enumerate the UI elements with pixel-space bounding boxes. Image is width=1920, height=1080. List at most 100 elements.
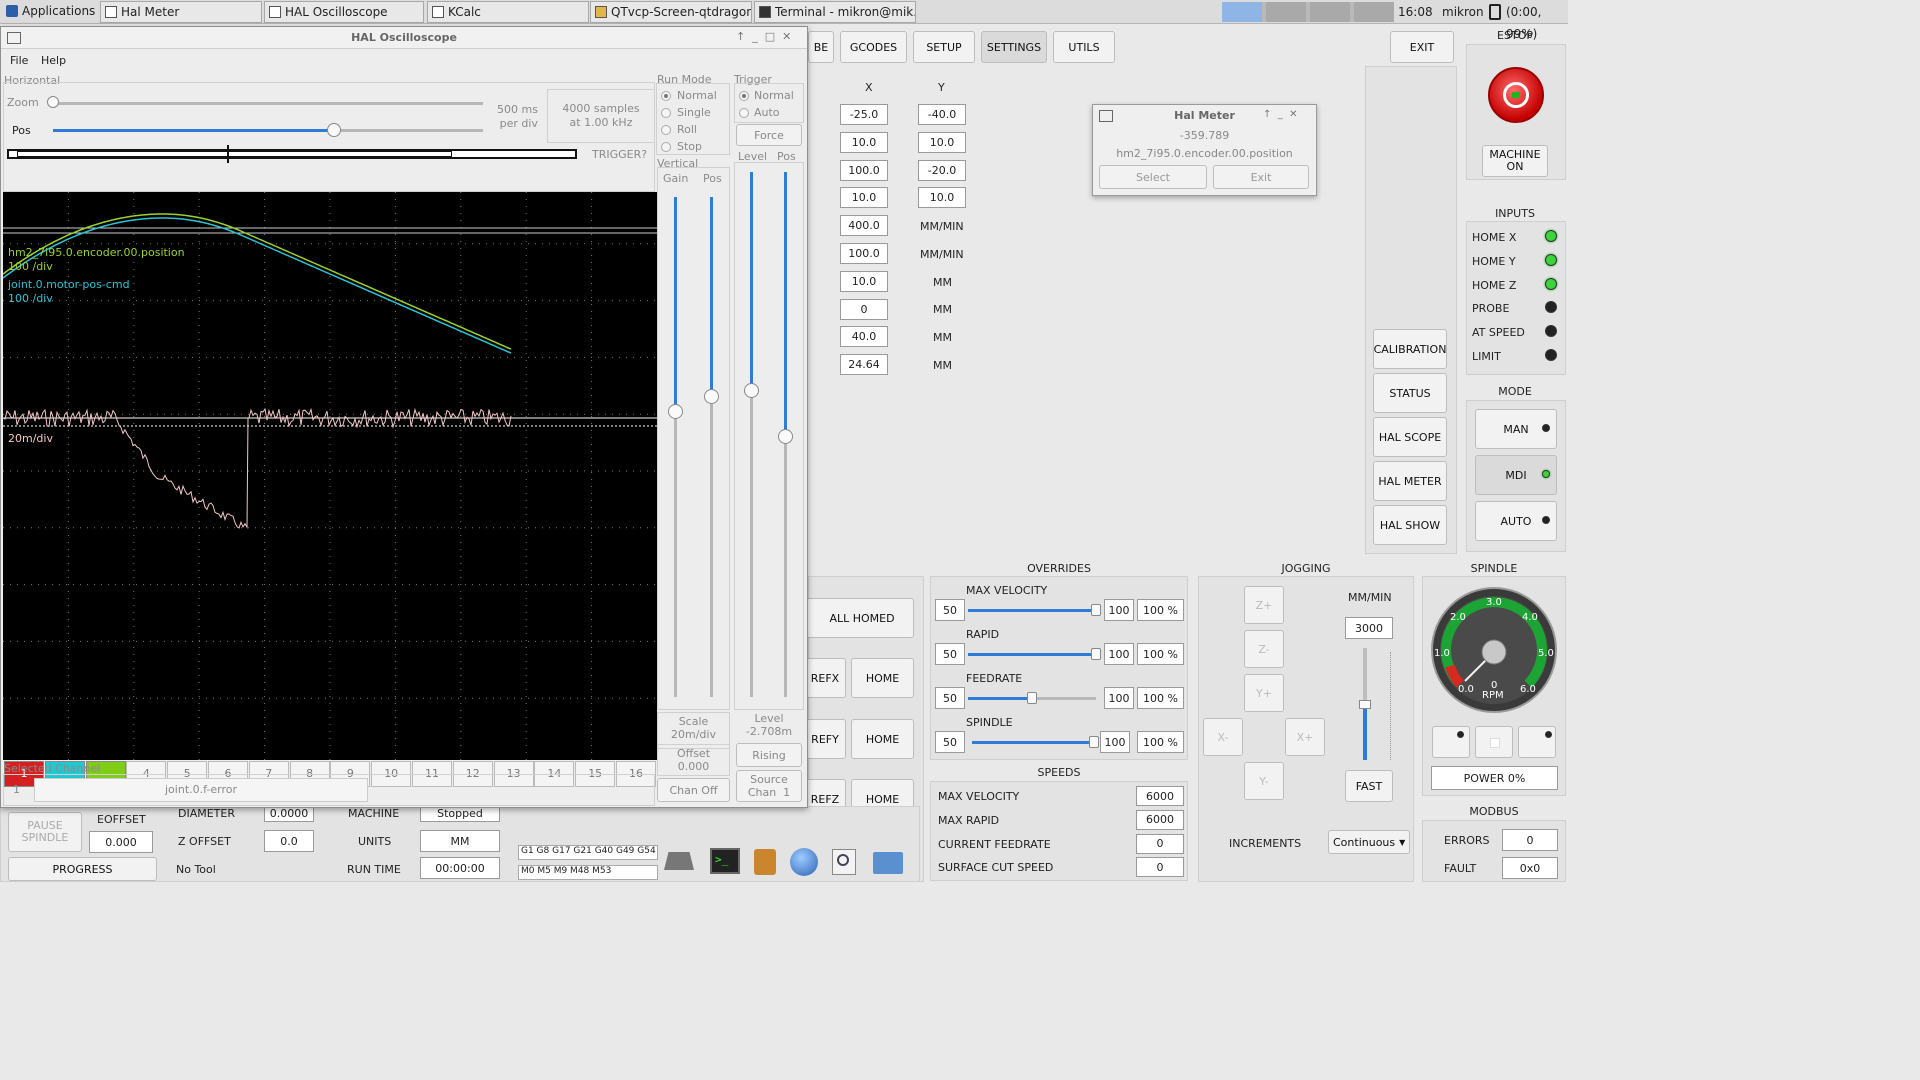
taskbar-window-qtvcp[interactable]: QTvcp-Screen-qtdragon... (590, 1, 752, 23)
gcodes-tab[interactable]: GCODES (840, 31, 907, 63)
taskbar-window-terminal[interactable]: Terminal - mikron@mik... (754, 1, 916, 23)
increments-select[interactable]: Continuous ▼ (1328, 830, 1410, 854)
mdi-mode-button[interactable]: MDI (1475, 455, 1557, 495)
selected-channel-pin[interactable]: joint.0.f-error (34, 778, 368, 802)
workspace-1[interactable] (1222, 2, 1262, 22)
browser-icon[interactable] (790, 848, 818, 876)
jog-x-minus-button[interactable]: X- (1203, 718, 1243, 756)
x-setting-field[interactable]: 0 (840, 298, 888, 320)
window-controls-icon[interactable]: ↑ _ ✕ (1263, 109, 1297, 120)
capture-window-bar[interactable] (7, 145, 577, 163)
override-slider-knob[interactable] (1091, 604, 1101, 616)
jog-z-minus-button[interactable]: Z- (1244, 630, 1284, 668)
x-setting-field[interactable]: 100.0 (840, 159, 888, 181)
gain-slider-knob[interactable] (668, 404, 683, 419)
pos-slider[interactable] (333, 129, 483, 132)
spindle-stop-button[interactable] (1475, 726, 1513, 758)
jog-z-plus-button[interactable]: Z+ (1244, 586, 1284, 624)
override-slider-knob[interactable] (1089, 736, 1099, 748)
file-menu[interactable]: File (10, 54, 28, 67)
trigger-pos-knob[interactable] (778, 429, 793, 444)
scope-titlebar[interactable]: HAL Oscilloscope (1, 27, 807, 49)
terminal-icon[interactable]: >_ (710, 848, 740, 874)
hal-scope-button[interactable]: HAL SCOPE (1373, 417, 1447, 457)
trigger-mode-radio[interactable] (739, 108, 749, 118)
clock[interactable]: 16:08 (1398, 1, 1433, 23)
hal-meter-select-button[interactable]: Select (1099, 165, 1207, 189)
trigger-level-slider[interactable] (750, 172, 753, 697)
gain-slider[interactable] (674, 197, 677, 697)
drive-icon[interactable] (664, 852, 694, 870)
status-button[interactable]: STATUS (1373, 373, 1447, 413)
auto-mode-button[interactable]: AUTO (1475, 501, 1557, 541)
user-name[interactable]: mikron (1442, 1, 1484, 23)
fast-button[interactable]: FAST (1345, 770, 1393, 802)
jog-rate-field[interactable]: 3000 (1345, 617, 1393, 639)
home-x-button[interactable]: HOME (851, 658, 914, 698)
window-controls-icon[interactable]: ↑_□✕ (736, 30, 798, 43)
trigger-source-button[interactable]: Source Chan 1 (736, 770, 802, 802)
hal-meter-exit-button[interactable]: Exit (1213, 165, 1309, 189)
jog-rate-slider-knob[interactable] (1359, 700, 1371, 709)
run-mode-radio[interactable] (661, 142, 671, 152)
x-setting-field[interactable]: -25.0 (840, 104, 888, 125)
settings-tab[interactable]: SETTINGS (981, 31, 1047, 63)
utils-tab[interactable]: UTILS (1053, 31, 1115, 63)
estop-button[interactable] (1488, 67, 1544, 123)
offset-box[interactable]: Offset 0.000 (657, 744, 730, 776)
zoom-slider-knob[interactable] (47, 96, 59, 108)
taskbar-window-hal-meter[interactable]: Hal Meter (100, 1, 262, 23)
jog-x-plus-button[interactable]: X+ (1285, 718, 1325, 756)
workspace-switcher[interactable] (1222, 2, 1394, 22)
run-mode-radio[interactable] (661, 108, 671, 118)
man-mode-button[interactable]: MAN (1475, 409, 1557, 449)
run-mode-radio[interactable] (661, 125, 671, 135)
machine-on-button[interactable]: MACHINE ON (1482, 145, 1548, 177)
spindle-reverse-button[interactable] (1432, 726, 1470, 758)
help-menu[interactable]: Help (41, 54, 66, 67)
applications-menu[interactable]: Applications (2, 1, 96, 23)
x-setting-field[interactable]: 40.0 (840, 326, 888, 348)
vertical-pos-knob[interactable] (704, 389, 719, 404)
archive-icon[interactable] (754, 849, 776, 875)
y-setting-field[interactable]: -20.0 (918, 159, 966, 181)
progress-button[interactable]: PROGRESS (8, 857, 157, 881)
battery-status[interactable]: (0:00, 99%) (1506, 1, 1568, 41)
chan-off-button[interactable]: Chan Off (657, 778, 730, 802)
y-setting-field[interactable]: 10.0 (918, 187, 966, 209)
spindle-forward-button[interactable] (1518, 726, 1556, 758)
jog-rate-slider[interactable] (1359, 648, 1371, 760)
folder-icon[interactable] (873, 852, 903, 874)
run-mode-radio[interactable] (661, 91, 671, 101)
hal-show-button[interactable]: HAL SHOW (1373, 505, 1447, 545)
hal-meter-button[interactable]: HAL METER (1373, 461, 1447, 501)
taskbar-window-kcalc[interactable]: KCalc (427, 1, 589, 23)
workspace-2[interactable] (1266, 2, 1306, 22)
workspace-4[interactable] (1354, 2, 1394, 22)
y-setting-field[interactable]: -40.0 (918, 104, 966, 125)
vertical-pos-slider[interactable] (710, 197, 713, 697)
x-setting-field[interactable]: 400.0 (840, 215, 888, 237)
pos-slider-knob[interactable] (327, 123, 341, 137)
x-setting-field[interactable]: 100.0 (840, 243, 888, 264)
y-setting-field[interactable]: 10.0 (918, 131, 966, 153)
x-setting-field[interactable]: 10.0 (840, 270, 888, 292)
all-homed-button[interactable]: ALL HOMED (790, 598, 914, 638)
exit-button[interactable]: EXIT (1390, 31, 1454, 63)
rising-button[interactable]: Rising (736, 743, 802, 767)
pause-spindle-button[interactable]: PAUSE SPINDLE (8, 812, 82, 852)
workspace-3[interactable] (1310, 2, 1350, 22)
jog-y-plus-button[interactable]: Y+ (1244, 674, 1284, 712)
probe-tab[interactable]: BE (808, 31, 834, 63)
jog-y-minus-button[interactable]: Y- (1244, 762, 1284, 800)
trigger-level-knob[interactable] (744, 383, 759, 398)
zoom-slider[interactable] (53, 102, 483, 105)
x-setting-field[interactable]: 10.0 (840, 187, 888, 209)
override-slider-knob[interactable] (1091, 648, 1101, 660)
override-slider-knob[interactable] (1027, 692, 1037, 704)
x-setting-field[interactable]: 24.64 (840, 354, 888, 376)
window-menu-icon[interactable] (7, 32, 21, 44)
taskbar-window-hal-oscilloscope[interactable]: HAL Oscilloscope (264, 1, 424, 23)
calibration-button[interactable]: CALIBRATION (1373, 329, 1447, 369)
scope-display[interactable]: hm2_7i95.0.encoder.00.position 100 /div … (3, 192, 657, 760)
